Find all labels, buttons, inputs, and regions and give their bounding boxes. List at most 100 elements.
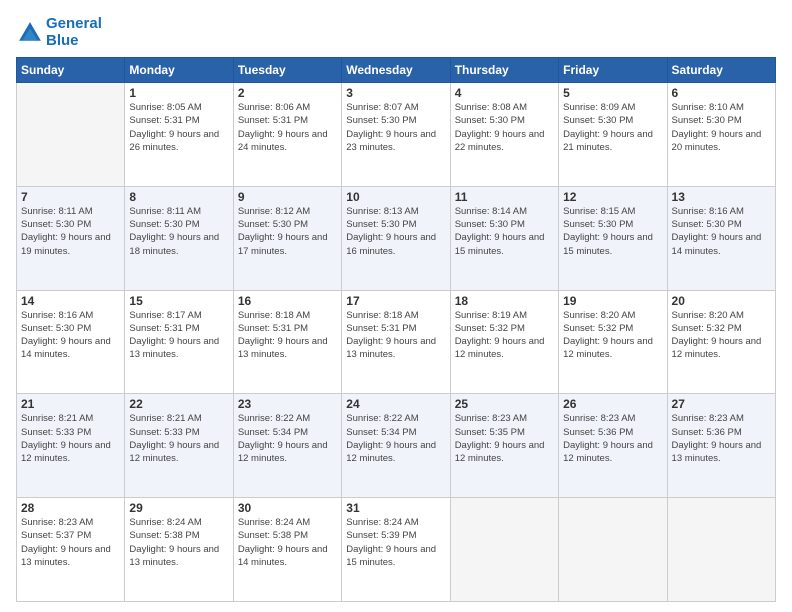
day-number: 6 <box>672 86 771 100</box>
day-number: 15 <box>129 294 228 308</box>
day-info: Sunrise: 8:23 AM Sunset: 5:36 PM Dayligh… <box>563 412 662 465</box>
calendar-cell: 31 Sunrise: 8:24 AM Sunset: 5:39 PM Dayl… <box>342 498 450 602</box>
calendar-cell <box>17 83 125 187</box>
day-info: Sunrise: 8:15 AM Sunset: 5:30 PM Dayligh… <box>563 205 662 258</box>
weekday-header: Wednesday <box>342 58 450 83</box>
logo-text: General Blue <box>46 16 102 49</box>
calendar-cell: 7 Sunrise: 8:11 AM Sunset: 5:30 PM Dayli… <box>17 186 125 290</box>
day-number: 29 <box>129 501 228 515</box>
day-info: Sunrise: 8:07 AM Sunset: 5:30 PM Dayligh… <box>346 101 445 154</box>
day-info: Sunrise: 8:10 AM Sunset: 5:30 PM Dayligh… <box>672 101 771 154</box>
calendar-cell: 2 Sunrise: 8:06 AM Sunset: 5:31 PM Dayli… <box>233 83 341 187</box>
calendar-cell: 28 Sunrise: 8:23 AM Sunset: 5:37 PM Dayl… <box>17 498 125 602</box>
calendar-cell: 11 Sunrise: 8:14 AM Sunset: 5:30 PM Dayl… <box>450 186 558 290</box>
day-info: Sunrise: 8:24 AM Sunset: 5:39 PM Dayligh… <box>346 516 445 569</box>
day-number: 31 <box>346 501 445 515</box>
calendar-cell: 16 Sunrise: 8:18 AM Sunset: 5:31 PM Dayl… <box>233 290 341 394</box>
calendar-cell: 3 Sunrise: 8:07 AM Sunset: 5:30 PM Dayli… <box>342 83 450 187</box>
calendar-cell: 12 Sunrise: 8:15 AM Sunset: 5:30 PM Dayl… <box>559 186 667 290</box>
weekday-header: Friday <box>559 58 667 83</box>
day-info: Sunrise: 8:22 AM Sunset: 5:34 PM Dayligh… <box>238 412 337 465</box>
day-number: 7 <box>21 190 120 204</box>
day-number: 25 <box>455 397 554 411</box>
day-number: 21 <box>21 397 120 411</box>
day-number: 3 <box>346 86 445 100</box>
day-info: Sunrise: 8:09 AM Sunset: 5:30 PM Dayligh… <box>563 101 662 154</box>
day-info: Sunrise: 8:19 AM Sunset: 5:32 PM Dayligh… <box>455 309 554 362</box>
calendar-cell: 22 Sunrise: 8:21 AM Sunset: 5:33 PM Dayl… <box>125 394 233 498</box>
calendar-cell: 13 Sunrise: 8:16 AM Sunset: 5:30 PM Dayl… <box>667 186 775 290</box>
day-number: 2 <box>238 86 337 100</box>
day-number: 19 <box>563 294 662 308</box>
day-info: Sunrise: 8:24 AM Sunset: 5:38 PM Dayligh… <box>238 516 337 569</box>
calendar-cell: 15 Sunrise: 8:17 AM Sunset: 5:31 PM Dayl… <box>125 290 233 394</box>
day-number: 20 <box>672 294 771 308</box>
day-number: 1 <box>129 86 228 100</box>
day-number: 11 <box>455 190 554 204</box>
day-info: Sunrise: 8:12 AM Sunset: 5:30 PM Dayligh… <box>238 205 337 258</box>
day-info: Sunrise: 8:21 AM Sunset: 5:33 PM Dayligh… <box>129 412 228 465</box>
day-number: 27 <box>672 397 771 411</box>
day-info: Sunrise: 8:24 AM Sunset: 5:38 PM Dayligh… <box>129 516 228 569</box>
calendar-cell: 26 Sunrise: 8:23 AM Sunset: 5:36 PM Dayl… <box>559 394 667 498</box>
day-number: 30 <box>238 501 337 515</box>
day-number: 10 <box>346 190 445 204</box>
weekday-header: Thursday <box>450 58 558 83</box>
day-number: 26 <box>563 397 662 411</box>
header: General Blue <box>16 16 776 49</box>
calendar-cell: 5 Sunrise: 8:09 AM Sunset: 5:30 PM Dayli… <box>559 83 667 187</box>
day-number: 4 <box>455 86 554 100</box>
calendar-cell: 1 Sunrise: 8:05 AM Sunset: 5:31 PM Dayli… <box>125 83 233 187</box>
weekday-header: Tuesday <box>233 58 341 83</box>
weekday-header: Sunday <box>17 58 125 83</box>
day-info: Sunrise: 8:11 AM Sunset: 5:30 PM Dayligh… <box>129 205 228 258</box>
calendar-table: SundayMondayTuesdayWednesdayThursdayFrid… <box>16 57 776 602</box>
calendar-cell <box>450 498 558 602</box>
calendar-cell: 6 Sunrise: 8:10 AM Sunset: 5:30 PM Dayli… <box>667 83 775 187</box>
calendar-cell: 17 Sunrise: 8:18 AM Sunset: 5:31 PM Dayl… <box>342 290 450 394</box>
day-number: 13 <box>672 190 771 204</box>
calendar-cell: 19 Sunrise: 8:20 AM Sunset: 5:32 PM Dayl… <box>559 290 667 394</box>
day-number: 5 <box>563 86 662 100</box>
logo-icon <box>16 19 44 47</box>
day-info: Sunrise: 8:23 AM Sunset: 5:36 PM Dayligh… <box>672 412 771 465</box>
logo: General Blue <box>16 16 102 49</box>
day-info: Sunrise: 8:08 AM Sunset: 5:30 PM Dayligh… <box>455 101 554 154</box>
day-info: Sunrise: 8:16 AM Sunset: 5:30 PM Dayligh… <box>21 309 120 362</box>
day-number: 22 <box>129 397 228 411</box>
calendar-cell: 21 Sunrise: 8:21 AM Sunset: 5:33 PM Dayl… <box>17 394 125 498</box>
calendar-cell: 20 Sunrise: 8:20 AM Sunset: 5:32 PM Dayl… <box>667 290 775 394</box>
day-info: Sunrise: 8:22 AM Sunset: 5:34 PM Dayligh… <box>346 412 445 465</box>
day-info: Sunrise: 8:05 AM Sunset: 5:31 PM Dayligh… <box>129 101 228 154</box>
day-number: 18 <box>455 294 554 308</box>
calendar-cell: 9 Sunrise: 8:12 AM Sunset: 5:30 PM Dayli… <box>233 186 341 290</box>
day-info: Sunrise: 8:20 AM Sunset: 5:32 PM Dayligh… <box>672 309 771 362</box>
day-info: Sunrise: 8:16 AM Sunset: 5:30 PM Dayligh… <box>672 205 771 258</box>
day-info: Sunrise: 8:17 AM Sunset: 5:31 PM Dayligh… <box>129 309 228 362</box>
calendar-cell <box>559 498 667 602</box>
weekday-header: Saturday <box>667 58 775 83</box>
day-number: 8 <box>129 190 228 204</box>
day-info: Sunrise: 8:14 AM Sunset: 5:30 PM Dayligh… <box>455 205 554 258</box>
weekday-header: Monday <box>125 58 233 83</box>
calendar-cell <box>667 498 775 602</box>
calendar-cell: 25 Sunrise: 8:23 AM Sunset: 5:35 PM Dayl… <box>450 394 558 498</box>
day-number: 17 <box>346 294 445 308</box>
day-number: 9 <box>238 190 337 204</box>
day-number: 12 <box>563 190 662 204</box>
calendar-cell: 4 Sunrise: 8:08 AM Sunset: 5:30 PM Dayli… <box>450 83 558 187</box>
day-info: Sunrise: 8:13 AM Sunset: 5:30 PM Dayligh… <box>346 205 445 258</box>
page: General Blue SundayMondayTuesdayWednesda… <box>0 0 792 612</box>
day-info: Sunrise: 8:06 AM Sunset: 5:31 PM Dayligh… <box>238 101 337 154</box>
calendar-cell: 10 Sunrise: 8:13 AM Sunset: 5:30 PM Dayl… <box>342 186 450 290</box>
day-info: Sunrise: 8:21 AM Sunset: 5:33 PM Dayligh… <box>21 412 120 465</box>
day-info: Sunrise: 8:23 AM Sunset: 5:37 PM Dayligh… <box>21 516 120 569</box>
day-info: Sunrise: 8:18 AM Sunset: 5:31 PM Dayligh… <box>346 309 445 362</box>
calendar-cell: 30 Sunrise: 8:24 AM Sunset: 5:38 PM Dayl… <box>233 498 341 602</box>
calendar-cell: 18 Sunrise: 8:19 AM Sunset: 5:32 PM Dayl… <box>450 290 558 394</box>
day-info: Sunrise: 8:20 AM Sunset: 5:32 PM Dayligh… <box>563 309 662 362</box>
day-info: Sunrise: 8:11 AM Sunset: 5:30 PM Dayligh… <box>21 205 120 258</box>
day-number: 16 <box>238 294 337 308</box>
day-number: 14 <box>21 294 120 308</box>
calendar-cell: 29 Sunrise: 8:24 AM Sunset: 5:38 PM Dayl… <box>125 498 233 602</box>
